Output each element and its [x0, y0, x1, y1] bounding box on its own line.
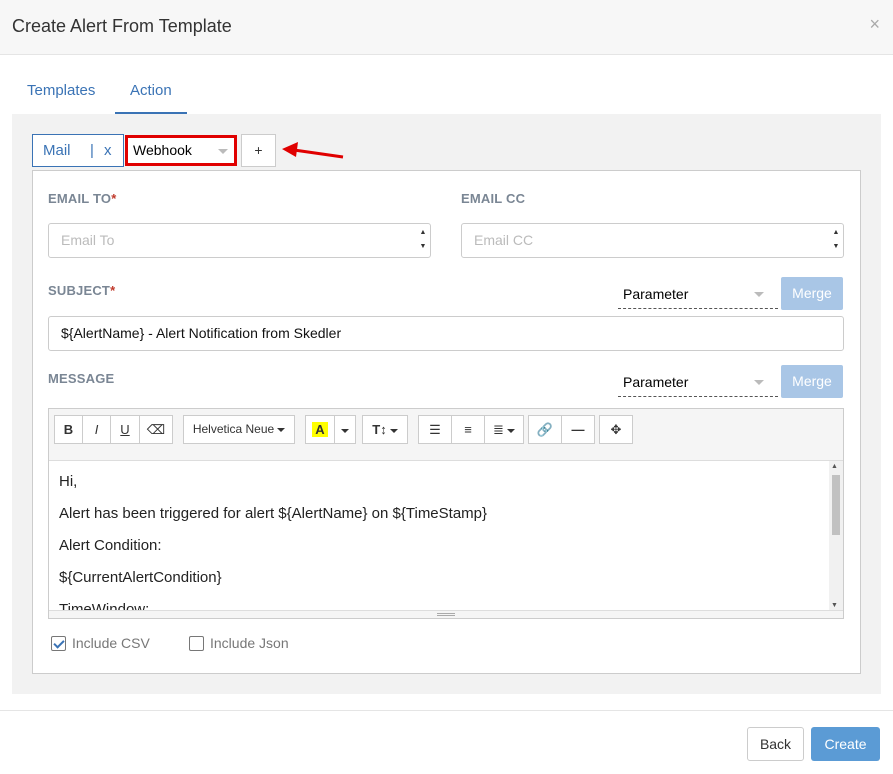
paragraph-align-icon[interactable]: ≣	[484, 415, 524, 444]
chip-separator: |	[90, 142, 94, 159]
editor-resize-handle[interactable]	[49, 610, 843, 618]
mail-form: EMAIL TO* EMAIL CC Email To ▲ ▼ Email CC …	[32, 170, 861, 674]
channel-type-select[interactable]: Webhook	[125, 135, 237, 166]
chevron-down-icon	[218, 149, 228, 154]
modal-title: Create Alert From Template	[12, 16, 232, 36]
message-line: ${CurrentAlertCondition}	[59, 569, 222, 586]
message-parameter-select[interactable]: Parameter	[618, 367, 778, 397]
editor-toolbar: B I U ⌫ Helvetica Neue A T↕ ☰ ≡ ≣ 🔗 — ✥	[49, 409, 843, 461]
scroll-arrows-icon[interactable]: ▲ ▼	[831, 226, 841, 255]
subject-merge-button[interactable]: Merge	[781, 277, 843, 310]
email-to-label: EMAIL TO*	[48, 191, 117, 206]
modal-footer: Back Create	[0, 710, 893, 774]
email-cc-label: EMAIL CC	[461, 191, 526, 206]
underline-button[interactable]: U	[110, 415, 140, 444]
chevron-down-icon	[754, 292, 764, 297]
editor-content[interactable]: Hi, Alert has been triggered for alert $…	[49, 461, 829, 611]
scroll-thumb[interactable]	[832, 475, 840, 535]
email-cc-field[interactable]: Email CC ▲ ▼	[461, 223, 844, 258]
back-button[interactable]: Back	[747, 727, 804, 761]
mail-chip-label: Mail	[43, 142, 71, 159]
subject-label: SUBJECT*	[48, 283, 116, 298]
font-family-dropdown[interactable]: Helvetica Neue	[183, 415, 295, 444]
modal-header: Create Alert From Template ×	[0, 0, 893, 55]
channel-type-value: Webhook	[133, 142, 192, 158]
horizontal-rule-icon[interactable]: —	[561, 415, 595, 444]
create-button[interactable]: Create	[811, 727, 880, 761]
unordered-list-icon[interactable]: ☰	[418, 415, 452, 444]
message-label: MESSAGE	[48, 371, 115, 386]
remove-mail-chip-button[interactable]: x	[104, 135, 112, 166]
action-panel: Mail | x Webhook + EMAIL TO* EMAIL CC Em…	[12, 114, 881, 694]
ordered-list-icon[interactable]: ≡	[451, 415, 485, 444]
highlight-color-button[interactable]: A	[305, 415, 335, 444]
email-to-field[interactable]: Email To ▲ ▼	[48, 223, 431, 258]
subject-input[interactable]: ${AlertName} - Alert Notification from S…	[48, 316, 844, 351]
bold-button[interactable]: B	[54, 415, 83, 444]
checkbox-checked-icon[interactable]	[51, 636, 66, 651]
message-line: Alert has been triggered for alert ${Ale…	[59, 505, 488, 522]
editor-scrollbar[interactable]: ▲ ▼	[829, 461, 843, 611]
tab-templates[interactable]: Templates	[12, 70, 110, 114]
italic-button[interactable]: I	[82, 415, 111, 444]
message-merge-button[interactable]: Merge	[781, 365, 843, 398]
add-channel-button[interactable]: +	[241, 134, 276, 167]
message-line: Hi,	[59, 473, 78, 490]
tab-action[interactable]: Action	[115, 70, 187, 114]
mail-channel-chip[interactable]: Mail | x	[32, 134, 124, 167]
grip-icon	[437, 613, 455, 616]
color-dropdown-button[interactable]	[334, 415, 356, 444]
link-icon[interactable]: 🔗	[528, 415, 562, 444]
annotation-arrow-icon	[282, 142, 344, 159]
font-size-dropdown[interactable]: T↕	[362, 415, 408, 444]
message-editor: B I U ⌫ Helvetica Neue A T↕ ☰ ≡ ≣ 🔗 — ✥ …	[48, 408, 844, 619]
move-icon[interactable]: ✥	[599, 415, 633, 444]
eraser-icon[interactable]: ⌫	[139, 415, 173, 444]
message-line: Alert Condition:	[59, 537, 162, 554]
chevron-down-icon	[754, 380, 764, 385]
subject-parameter-select[interactable]: Parameter	[618, 279, 778, 309]
scroll-arrows-icon[interactable]: ▲ ▼	[418, 226, 428, 255]
checkbox-unchecked-icon[interactable]	[189, 636, 204, 651]
close-icon[interactable]: ×	[869, 14, 880, 35]
